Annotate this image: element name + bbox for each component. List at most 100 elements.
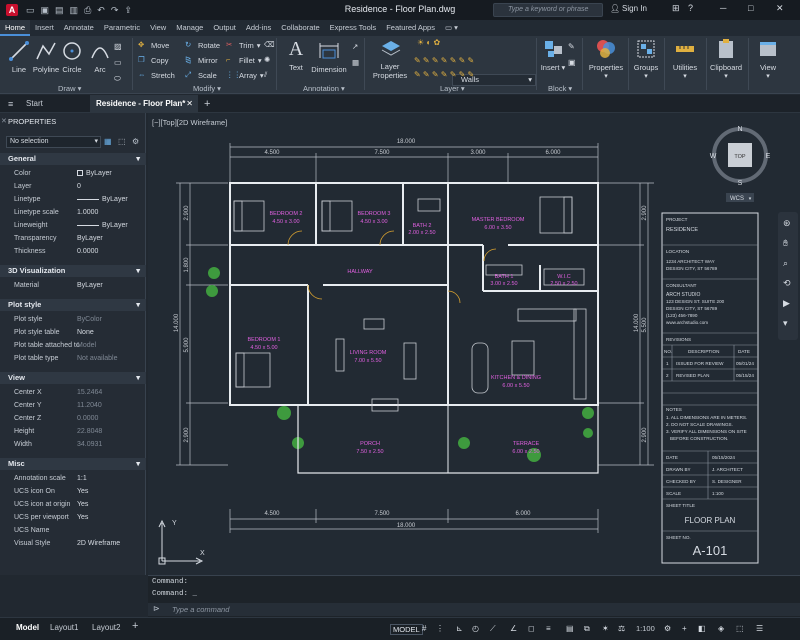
tab-view[interactable]: View [145,20,171,36]
prop-value[interactable]: 22.8048 [77,428,102,435]
selection-cycling-icon[interactable]: ⧉ [584,624,593,633]
annotation-visibility-icon[interactable]: ✶ [602,624,611,633]
open-icon[interactable]: ▣ [41,5,50,16]
osnap-icon[interactable]: ◻ [528,624,537,633]
modify-panel-label[interactable]: Modify ▾ [193,84,221,93]
ribbon-toggle-icon[interactable]: ▭ ▾ [440,20,463,36]
sign-in-button[interactable]: Sign In [622,4,647,13]
app-logo[interactable]: A [6,4,18,16]
prop-value[interactable]: Yes [77,514,88,521]
leader-icon[interactable]: ↗ [352,42,358,51]
insert-button[interactable]: Insert ▾ [536,38,570,72]
snap-icon[interactable]: ⋮ [436,624,445,633]
orbit-icon[interactable]: ⟲ [783,278,791,289]
tab-express-tools[interactable]: Express Tools [325,20,382,36]
offset-icon[interactable]: ⫽ [264,70,267,80]
tab-parametric[interactable]: Parametric [99,20,145,36]
tab-model[interactable]: Model [16,623,39,632]
layer-state-icons[interactable]: ☀ ◐ ✿ [417,38,440,47]
prop-value[interactable]: 34.0931 [77,441,102,448]
tab-manage[interactable]: Manage [171,20,208,36]
steeringwheel-icon[interactable]: ⊛ [783,218,791,229]
trim-button[interactable]: ✂ Trim ▾ [226,40,260,50]
share-icon[interactable]: ⇪ [124,5,132,16]
rectangle-icon[interactable]: ▭ [114,58,122,67]
collapse-icon[interactable]: ▾ [136,153,140,165]
prop-value[interactable]: 0 [77,183,81,190]
layer-panel-label[interactable]: Layer ▾ [440,84,465,93]
close-icon[interactable]: ✕ [776,3,784,14]
view-button[interactable]: View ▾ [752,38,784,80]
erase-icon[interactable]: ⌫ [264,40,275,49]
tab-residence-floor-plan[interactable]: Residence - Floor Plan* ✕ [90,95,198,113]
toggle-pickadd-icon[interactable]: ▦ [104,137,112,146]
explode-icon[interactable]: ✺ [264,55,270,64]
prop-value[interactable]: ByLayer [77,222,128,229]
section-viz[interactable]: 3D Visualization ▾ [0,265,146,277]
prop-value[interactable]: ByLayer [77,196,128,203]
showmotion-icon[interactable]: ▶ [783,298,790,309]
collapse-icon[interactable]: ▾ [136,299,140,311]
collapse-icon[interactable]: ▾ [136,265,140,277]
properties-button[interactable]: Properties ▾ [586,38,626,80]
section-view[interactable]: View ▾ [0,372,146,384]
hatch-icon[interactable]: ▨ [114,42,122,51]
prop-value[interactable]: Model [77,342,96,349]
model-space-button[interactable]: MODEL [390,624,423,635]
collapse-icon[interactable]: ▾ [136,458,140,470]
section-plot[interactable]: Plot style ▾ [0,299,146,311]
stretch-button[interactable]: ⇔ Stretch [138,70,175,80]
prop-value[interactable]: Not available [77,355,117,362]
pan-icon[interactable]: ✋︎ [783,238,788,249]
transparency-icon[interactable]: ▤ [566,624,575,633]
tab-start[interactable]: Start [20,95,88,113]
prop-value[interactable]: ByLayer [77,235,103,242]
command-prompt-icon[interactable]: ⊳ [153,604,160,613]
redo-icon[interactable]: ↷ [111,5,119,16]
section-general[interactable]: General ▾ [0,153,146,165]
isodraft-icon[interactable]: ⟋ [490,624,499,633]
layer-properties-button[interactable]: Layer Properties [370,38,412,80]
tab-featured-apps[interactable]: Featured Apps [381,20,440,36]
scale-button[interactable]: ⤢ Scale [185,70,217,80]
prop-value[interactable]: Yes [77,488,88,495]
ellipse-icon[interactable]: ⬭ [114,74,121,84]
cart-icon[interactable]: ⊞ [672,3,680,14]
save-icon[interactable]: ▤ [55,5,64,16]
prop-value[interactable]: None [77,329,94,336]
block-panel-label[interactable]: Block ▾ [548,84,572,93]
new-tab-icon[interactable]: + [198,95,218,113]
hardware-accel-icon[interactable]: ◈ [718,624,727,633]
collapse-icon[interactable]: ▾ [136,372,140,384]
minimize-icon[interactable]: ─ [720,3,726,13]
clean-screen-icon[interactable]: ⬚ [736,624,745,633]
groups-button[interactable]: Groups ▾ [630,38,662,80]
section-misc[interactable]: Misc ▾ [0,458,146,470]
saveas-icon[interactable]: ▥ [70,5,79,16]
draw-panel-label[interactable]: Draw ▾ [58,84,81,93]
clipboard-button[interactable]: Clipboard ▾ [706,38,746,80]
isolate-icon[interactable]: ◧ [698,624,707,633]
block-create-icon[interactable]: ▣ [568,58,576,67]
copy-button[interactable]: ❐ Copy [138,55,169,65]
tab-home[interactable]: Home [0,20,31,36]
tab-layout1[interactable]: Layout1 [50,623,78,632]
prop-value[interactable]: 2D Wireframe [77,540,120,547]
dimension-button[interactable]: Dimension [308,40,350,74]
tab-add-ins[interactable]: Add-ins [241,20,276,36]
utilities-button[interactable]: Utilities ▾ [666,38,704,80]
prop-value[interactable]: 0.0000 [77,415,98,422]
prop-value[interactable]: ByLayer [77,282,103,289]
fillet-button[interactable]: ⌐ Fillet ▾ [226,55,262,65]
layer-tools-row-2[interactable]: ✎ ✎ ✎ ✎ ✎ ✎ ✎ [414,70,474,79]
annotation-panel-label[interactable]: Annotation ▾ [303,84,345,93]
maximize-icon[interactable]: □ [748,3,753,13]
tab-annotate[interactable]: Annotate [59,20,99,36]
lineweight-icon[interactable]: ≡ [546,624,555,633]
prop-value[interactable]: 15.2464 [77,389,102,396]
annotation-scale-icon[interactable]: ⚖ [618,624,627,633]
grid-icon[interactable]: # [422,624,431,633]
layer-tools-row-1[interactable]: ✎ ✎ ✎ ✎ ✎ ✎ ✎ [414,56,474,65]
undo-icon[interactable]: ↶ [97,5,105,16]
new-icon[interactable]: ▭ [26,5,35,16]
